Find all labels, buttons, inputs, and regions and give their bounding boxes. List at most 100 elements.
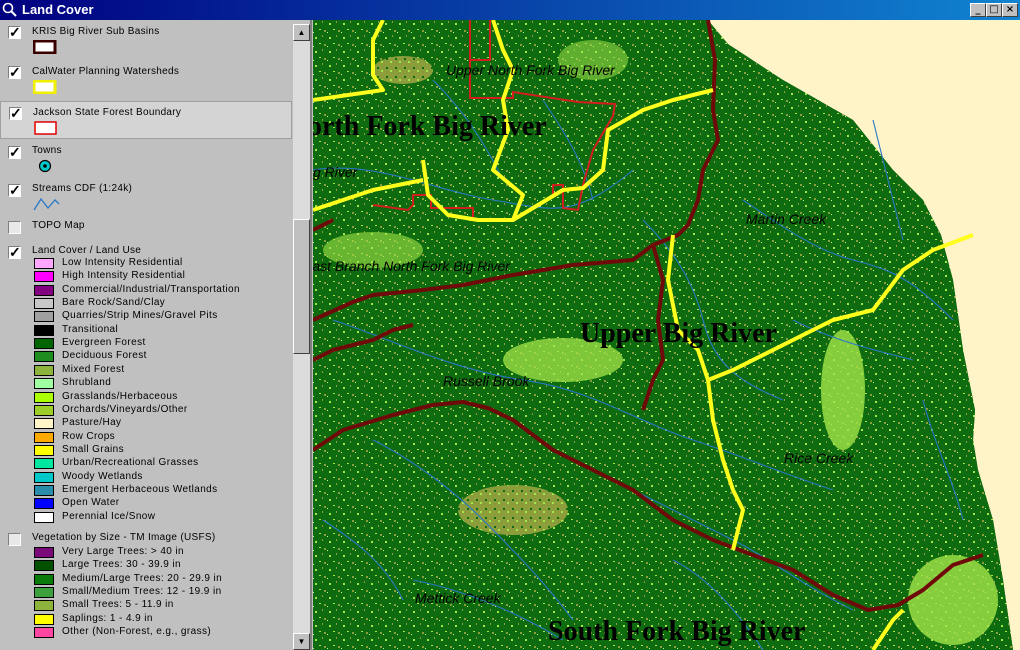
legend-swatch [34, 378, 54, 390]
legend-label: Deciduous Forest [62, 350, 147, 362]
polygon-symbol-icon [34, 121, 57, 135]
legend-label: Grasslands/Herbaceous [62, 390, 178, 402]
legend-swatch [34, 498, 54, 510]
legend-swatch [34, 458, 54, 470]
mixed-forest-patch [458, 485, 568, 535]
legend-label: Very Large Trees: > 40 in [62, 546, 185, 557]
legend-label: Low Intensity Residential [62, 257, 183, 268]
legend-swatch [34, 351, 54, 363]
layer-name: KRIS Big River Sub Basins [32, 26, 160, 37]
layer-visibility-checkbox[interactable]: ✓ [9, 106, 22, 120]
layer-towns[interactable]: ✓ Towns [0, 141, 292, 177]
stream-line-icon [33, 197, 60, 211]
layer-name: Streams CDF (1:24k) [32, 183, 133, 194]
legend-item: Urban/Recreational Grasses [34, 457, 292, 470]
legend-label: Urban/Recreational Grasses [62, 457, 199, 469]
scroll-thumb[interactable] [293, 219, 310, 354]
legend-label: Evergreen Forest [62, 337, 146, 349]
table-of-contents: ✓ KRIS Big River Sub Basins ✓ CalWater P… [0, 20, 312, 650]
legend-label: Row Crops [62, 430, 116, 442]
layer-name: Jackson State Forest Boundary [33, 107, 182, 118]
map-label-north-fork: orth Fork Big River [313, 111, 547, 142]
legend-item: Small Grains [34, 444, 292, 457]
grassland-patch [821, 330, 865, 450]
layer-name: Towns [32, 145, 62, 156]
legend-item: Small/Medium Trees: 12 - 19.9 in [34, 586, 292, 599]
legend-swatch [34, 560, 54, 572]
restore-button[interactable]: □ [986, 3, 1002, 17]
legend-item: Low Intensity Residential [34, 257, 292, 270]
layer-name: TOPO Map [32, 220, 85, 231]
legend-swatch [34, 404, 54, 416]
grassland-patch [908, 555, 998, 645]
legend-item: Deciduous Forest [34, 350, 292, 363]
legend-item: Very Large Trees: > 40 in [34, 546, 292, 559]
legend-swatch [34, 258, 54, 269]
map-label-russell-brook: Russell Brook [443, 373, 530, 389]
layer-calwater-watersheds[interactable]: ✓ CalWater Planning Watersheds [0, 60, 292, 98]
legend-item: High Intensity Residential [34, 270, 292, 283]
map-label-mettick-creek: Mettick Creek [415, 590, 502, 606]
scroll-down-button[interactable]: ▼ [293, 633, 310, 650]
legend-label: Medium/Large Trees: 20 - 29.9 in [62, 572, 223, 584]
layer-vegetation-by-size[interactable]: Vegetation by Size - TM Image (USFS) Ver… [0, 532, 292, 650]
legend-swatch [34, 613, 54, 625]
layer-visibility-checkbox[interactable] [8, 221, 21, 234]
layer-land-cover[interactable]: ✓ Land Cover / Land Use Low Intensity Re… [0, 242, 292, 524]
layer-visibility-checkbox[interactable]: ✓ [8, 183, 21, 197]
legend-item: Orchards/Vineyards/Other [34, 404, 292, 417]
layer-name: Vegetation by Size - TM Image (USFS) [32, 532, 216, 543]
map-label-upper-big-river: Upper Big River [580, 318, 777, 349]
layer-kris-sub-basins[interactable]: ✓ KRIS Big River Sub Basins [0, 20, 292, 58]
legend-label: Woody Wetlands [62, 470, 143, 482]
map-label-martin-creek: Martin Creek [746, 211, 827, 227]
map-label-rice-creek: Rice Creek [784, 450, 854, 466]
layer-visibility-checkbox[interactable]: ✓ [8, 145, 21, 159]
layer-jackson-forest-boundary[interactable]: ✓ Jackson State Forest Boundary [0, 101, 292, 139]
layer-streams[interactable]: ✓ Streams CDF (1:24k) [0, 179, 292, 215]
minimize-button[interactable]: _ [970, 3, 986, 17]
legend-swatch [34, 484, 54, 496]
map-label-big-river-left: g River [313, 164, 359, 180]
legend-swatch [34, 338, 54, 350]
legend-label: Open Water [62, 497, 120, 509]
layer-visibility-checkbox[interactable]: ✓ [8, 25, 21, 39]
legend-swatch [34, 298, 54, 310]
layer-name: CalWater Planning Watersheds [32, 66, 180, 77]
legend-swatch [34, 547, 54, 558]
legend-item: Small Trees: 5 - 11.9 in [34, 599, 292, 612]
legend-label: Other (Non-Forest, e.g., grass) [62, 626, 212, 638]
legend-item: Large Trees: 30 - 39.9 in [34, 559, 292, 572]
arcview-app-icon [2, 2, 17, 17]
polygon-symbol-icon [33, 80, 57, 94]
land-cover-map[interactable]: Upper North Fork Big River orth Fork Big… [313, 20, 1020, 650]
legend-swatch [34, 418, 54, 430]
legend-swatch [34, 431, 54, 443]
legend-label: Bare Rock/Sand/Clay [62, 297, 166, 309]
layer-visibility-checkbox[interactable] [8, 533, 21, 546]
legend-item: Saplings: 1 - 4.9 in [34, 613, 292, 626]
legend-item: Emergent Herbaceous Wetlands [34, 484, 292, 497]
town-point-icon [38, 159, 52, 173]
window-titlebar[interactable]: Land Cover _ □ × [0, 0, 1020, 20]
legend-swatch [34, 627, 54, 639]
scroll-up-button[interactable]: ▲ [293, 24, 310, 41]
legend-item: Mixed Forest [34, 364, 292, 377]
legend-label: Emergent Herbaceous Wetlands [62, 483, 218, 495]
legend-label: Small Grains [62, 443, 125, 455]
legend-label: Transitional [62, 323, 119, 335]
map-view[interactable]: Upper North Fork Big River orth Fork Big… [313, 20, 1020, 650]
legend-item: Bare Rock/Sand/Clay [34, 297, 292, 310]
legend-label: Commercial/Industrial/Transportation [62, 283, 240, 295]
map-label-south-fork: South Fork Big River [548, 616, 805, 647]
layer-topo-map[interactable]: TOPO Map [0, 216, 292, 238]
legend-item: Open Water [34, 497, 292, 510]
legend-swatch [34, 471, 54, 483]
close-button[interactable]: × [1002, 3, 1018, 17]
layer-visibility-checkbox[interactable]: ✓ [8, 245, 21, 259]
legend-label: Shrubland [62, 377, 112, 389]
toc-scrollbar[interactable]: ▲ ▼ [293, 24, 310, 650]
window-title: Land Cover [22, 2, 94, 17]
legend-swatch [34, 587, 54, 599]
layer-visibility-checkbox[interactable]: ✓ [8, 65, 21, 79]
